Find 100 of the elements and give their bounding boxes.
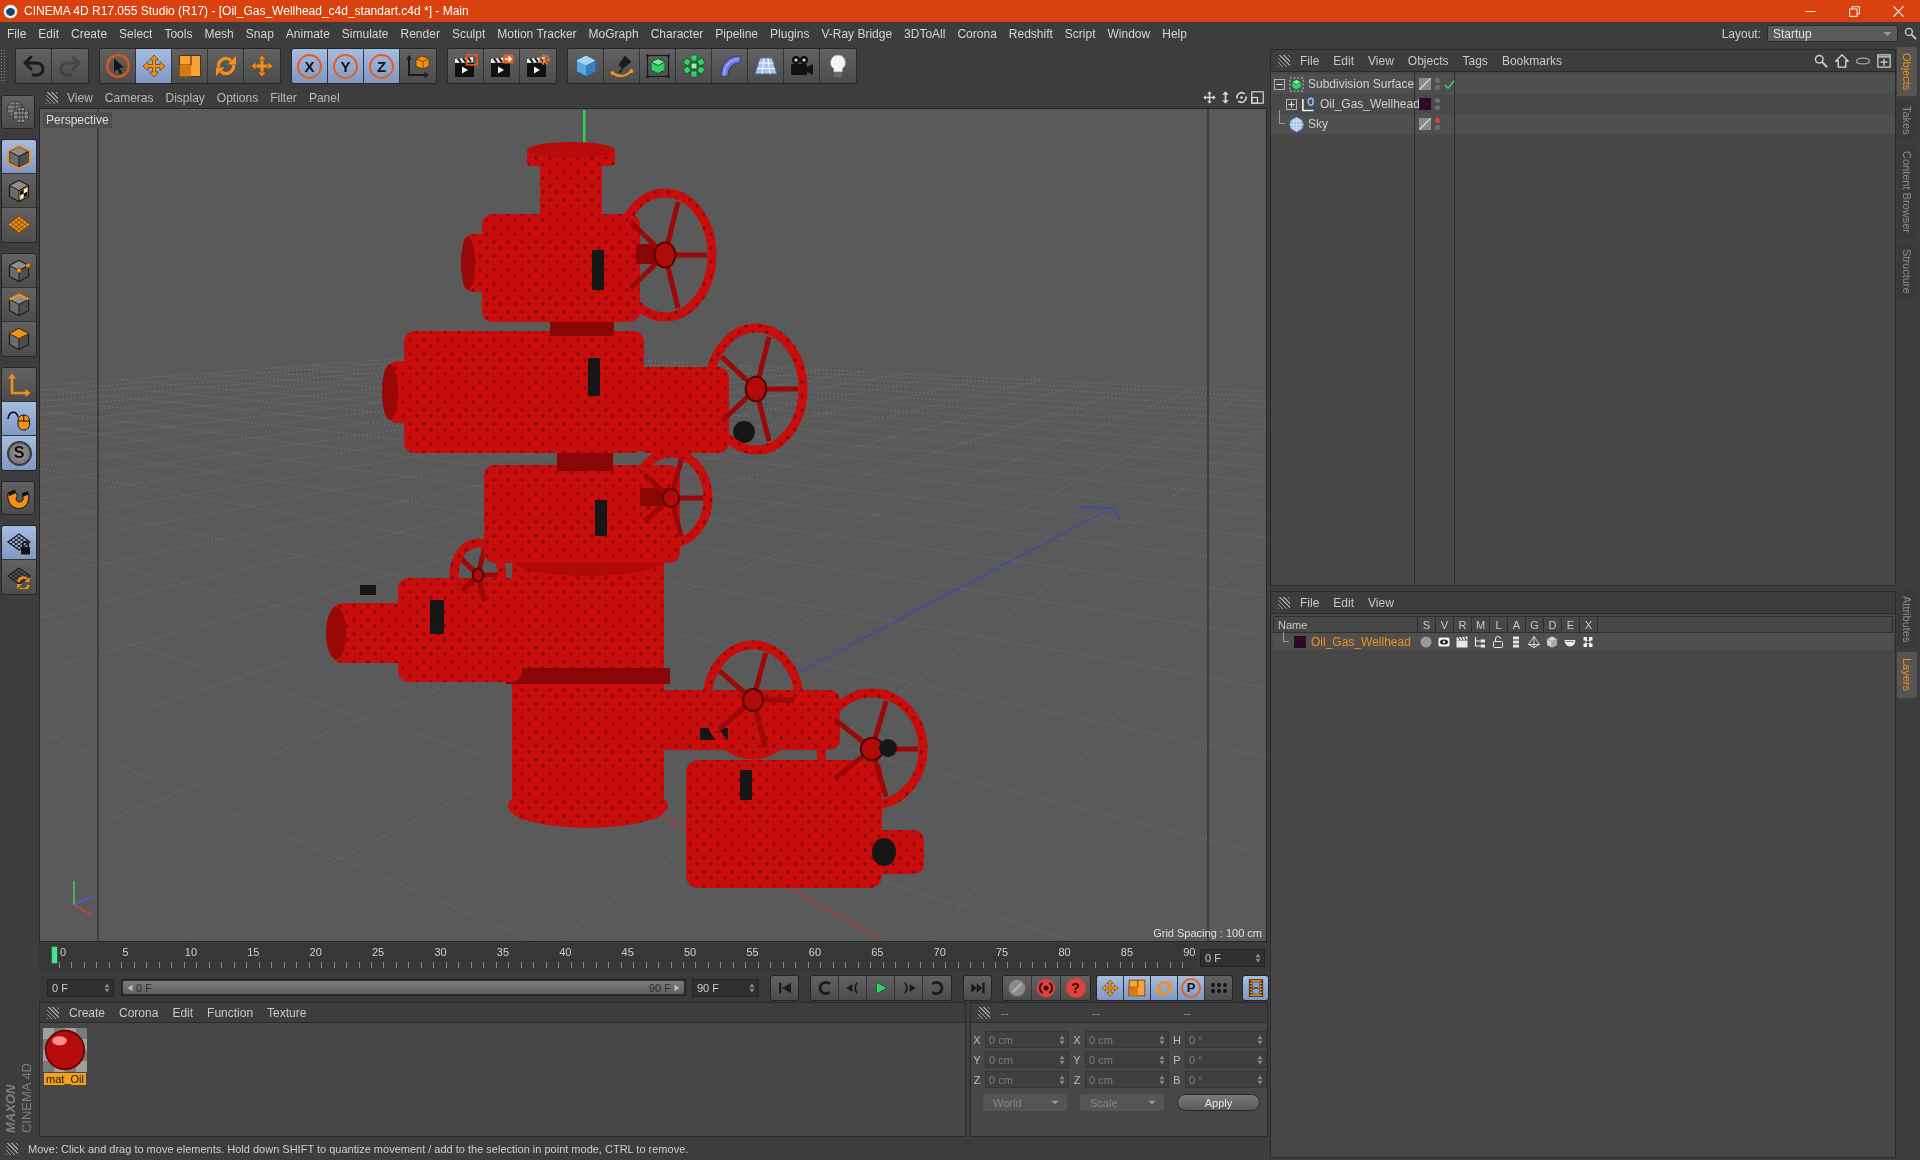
menu-item[interactable]: Window	[1101, 23, 1157, 44]
live-selection-button[interactable]	[100, 49, 136, 83]
shaded-cube-icon[interactable]	[1546, 635, 1558, 648]
menu-item[interactable]: Snap	[239, 23, 280, 44]
menu-item[interactable]: Select	[113, 23, 159, 44]
object-name[interactable]: Subdivision Surface	[1308, 77, 1415, 91]
workplane-align-button[interactable]	[2, 560, 36, 594]
circular-arrows-icon[interactable]	[1235, 91, 1248, 104]
menu-item[interactable]: File	[1293, 595, 1327, 610]
plus-box-icon[interactable]	[1877, 53, 1891, 68]
move-button[interactable]	[136, 49, 172, 83]
menu-item[interactable]: Help	[1156, 23, 1193, 44]
home-icon[interactable]	[1835, 53, 1849, 68]
search-icon[interactable]	[1814, 53, 1828, 68]
menu-item[interactable]: Sculpt	[445, 23, 492, 44]
column-header[interactable]: R	[1454, 617, 1472, 632]
axis-lock-button[interactable]: Z	[364, 49, 400, 83]
points-mode-button[interactable]	[2, 254, 36, 288]
rotate-button[interactable]	[208, 49, 244, 83]
expand-icon[interactable]	[1286, 98, 1297, 110]
magnet-button[interactable]	[1, 481, 35, 515]
coordinate-system-button[interactable]	[400, 49, 436, 83]
editor-visibility-dot[interactable]	[1435, 98, 1440, 103]
menu-item[interactable]: MoGraph	[582, 23, 645, 44]
axis-mode-button[interactable]	[2, 368, 36, 402]
menu-item[interactable]: Simulate	[335, 23, 395, 44]
timeline-button[interactable]	[1242, 974, 1269, 1001]
menu-item[interactable]: Edit	[1326, 53, 1362, 68]
menu-item[interactable]: View	[1361, 53, 1401, 68]
column-header[interactable]: X	[1580, 617, 1598, 632]
panel-grip[interactable]	[47, 1006, 59, 1019]
object-row[interactable]: Subdivision Surface	[1271, 74, 1895, 94]
pen-button[interactable]	[604, 49, 640, 83]
menu-item[interactable]: Redshift	[1002, 23, 1059, 44]
menu-item[interactable]: Edit	[1326, 595, 1362, 610]
floor-button[interactable]	[748, 49, 784, 83]
cube-button[interactable]	[568, 49, 604, 83]
object-name[interactable]: Sky	[1308, 117, 1328, 131]
key-selection-button[interactable]: ?	[1061, 975, 1090, 1000]
scale-key-button[interactable]	[1124, 975, 1151, 1000]
layer-name[interactable]: Oil_Gas_Wellhead	[1311, 634, 1411, 649]
go-to-end-button[interactable]	[963, 974, 992, 1001]
menu-item[interactable]: Animate	[279, 23, 336, 44]
transform-button[interactable]	[244, 49, 280, 83]
panel-grip[interactable]	[46, 91, 58, 104]
hierarchy-icon[interactable]	[1474, 635, 1486, 648]
edges-mode-button[interactable]	[2, 288, 36, 322]
menu-item[interactable]: File	[1293, 53, 1327, 68]
knot-icon[interactable]	[1582, 635, 1594, 648]
current-frame-field[interactable]: 0 F	[1200, 948, 1265, 967]
menu-item[interactable]: Render	[394, 23, 446, 44]
check-icon[interactable]	[1444, 78, 1455, 90]
render-visibility-dot[interactable]	[1435, 85, 1440, 90]
menu-item[interactable]: Tools	[158, 23, 199, 44]
pyramid-icon[interactable]	[1528, 635, 1540, 648]
four-arrows-icon[interactable]	[1203, 91, 1216, 104]
column-header[interactable]: M	[1472, 617, 1490, 632]
cloner-button[interactable]	[676, 49, 712, 83]
column-header[interactable]: L	[1490, 617, 1508, 632]
panel-grip[interactable]	[1278, 54, 1290, 67]
undo-button[interactable]	[16, 49, 52, 83]
viewport-menu-item[interactable]: Options	[210, 90, 265, 105]
column-header[interactable]: D	[1544, 617, 1562, 632]
panel-grip[interactable]	[978, 1006, 990, 1019]
menu-item[interactable]: File	[1, 23, 33, 44]
layer-row[interactable]: Oil_Gas_Wellhead	[1273, 633, 1893, 650]
end-frame-field[interactable]: 90 F	[692, 978, 759, 997]
subdivision-button[interactable]	[640, 49, 676, 83]
material-name[interactable]: mat_Oil	[44, 1073, 86, 1085]
column-header[interactable]: E	[1562, 617, 1580, 632]
viewport-menu-item[interactable]: Filter	[264, 90, 303, 105]
menu-item[interactable]: Objects	[1400, 53, 1456, 68]
parameter-key-button[interactable]: P	[1178, 975, 1205, 1000]
editor-visibility-dot[interactable]	[1435, 78, 1440, 83]
texture-mode-button[interactable]	[2, 174, 36, 208]
menu-item[interactable]: Edit	[165, 1005, 201, 1020]
snap-button[interactable]: S	[2, 436, 36, 470]
viewport-menu-item[interactable]: Display	[159, 90, 211, 105]
column-header[interactable]: A	[1508, 617, 1526, 632]
axis-lock-button[interactable]: X	[292, 49, 328, 83]
play-button[interactable]	[867, 975, 895, 1000]
menu-item[interactable]: Bookmarks	[1494, 53, 1569, 68]
material-sphere-icon[interactable]	[43, 1028, 87, 1072]
menu-item[interactable]: Motion Tracker	[491, 23, 583, 44]
go-to-start-button[interactable]	[770, 974, 799, 1001]
model-mode-button[interactable]	[2, 140, 36, 174]
clapboard-icon[interactable]	[1456, 635, 1468, 648]
viewport-menu-item[interactable]: Cameras	[98, 90, 160, 105]
menu-item[interactable]: Character	[644, 23, 710, 44]
viewport-menu-item[interactable]: View	[61, 90, 99, 105]
layout-dropdown[interactable]: Startup	[1767, 25, 1898, 42]
panel-grip[interactable]	[6, 1142, 18, 1155]
render-visibility-dot[interactable]	[1435, 105, 1440, 110]
column-header[interactable]: S	[1418, 617, 1436, 632]
panel-grip[interactable]	[1278, 596, 1290, 609]
dot-icon[interactable]	[1420, 635, 1432, 648]
search-icon[interactable]	[1904, 27, 1917, 40]
axis-lock-button[interactable]: Y	[328, 49, 364, 83]
menu-item[interactable]: Pipeline	[709, 23, 765, 44]
menu-item[interactable]: Create	[65, 23, 114, 44]
